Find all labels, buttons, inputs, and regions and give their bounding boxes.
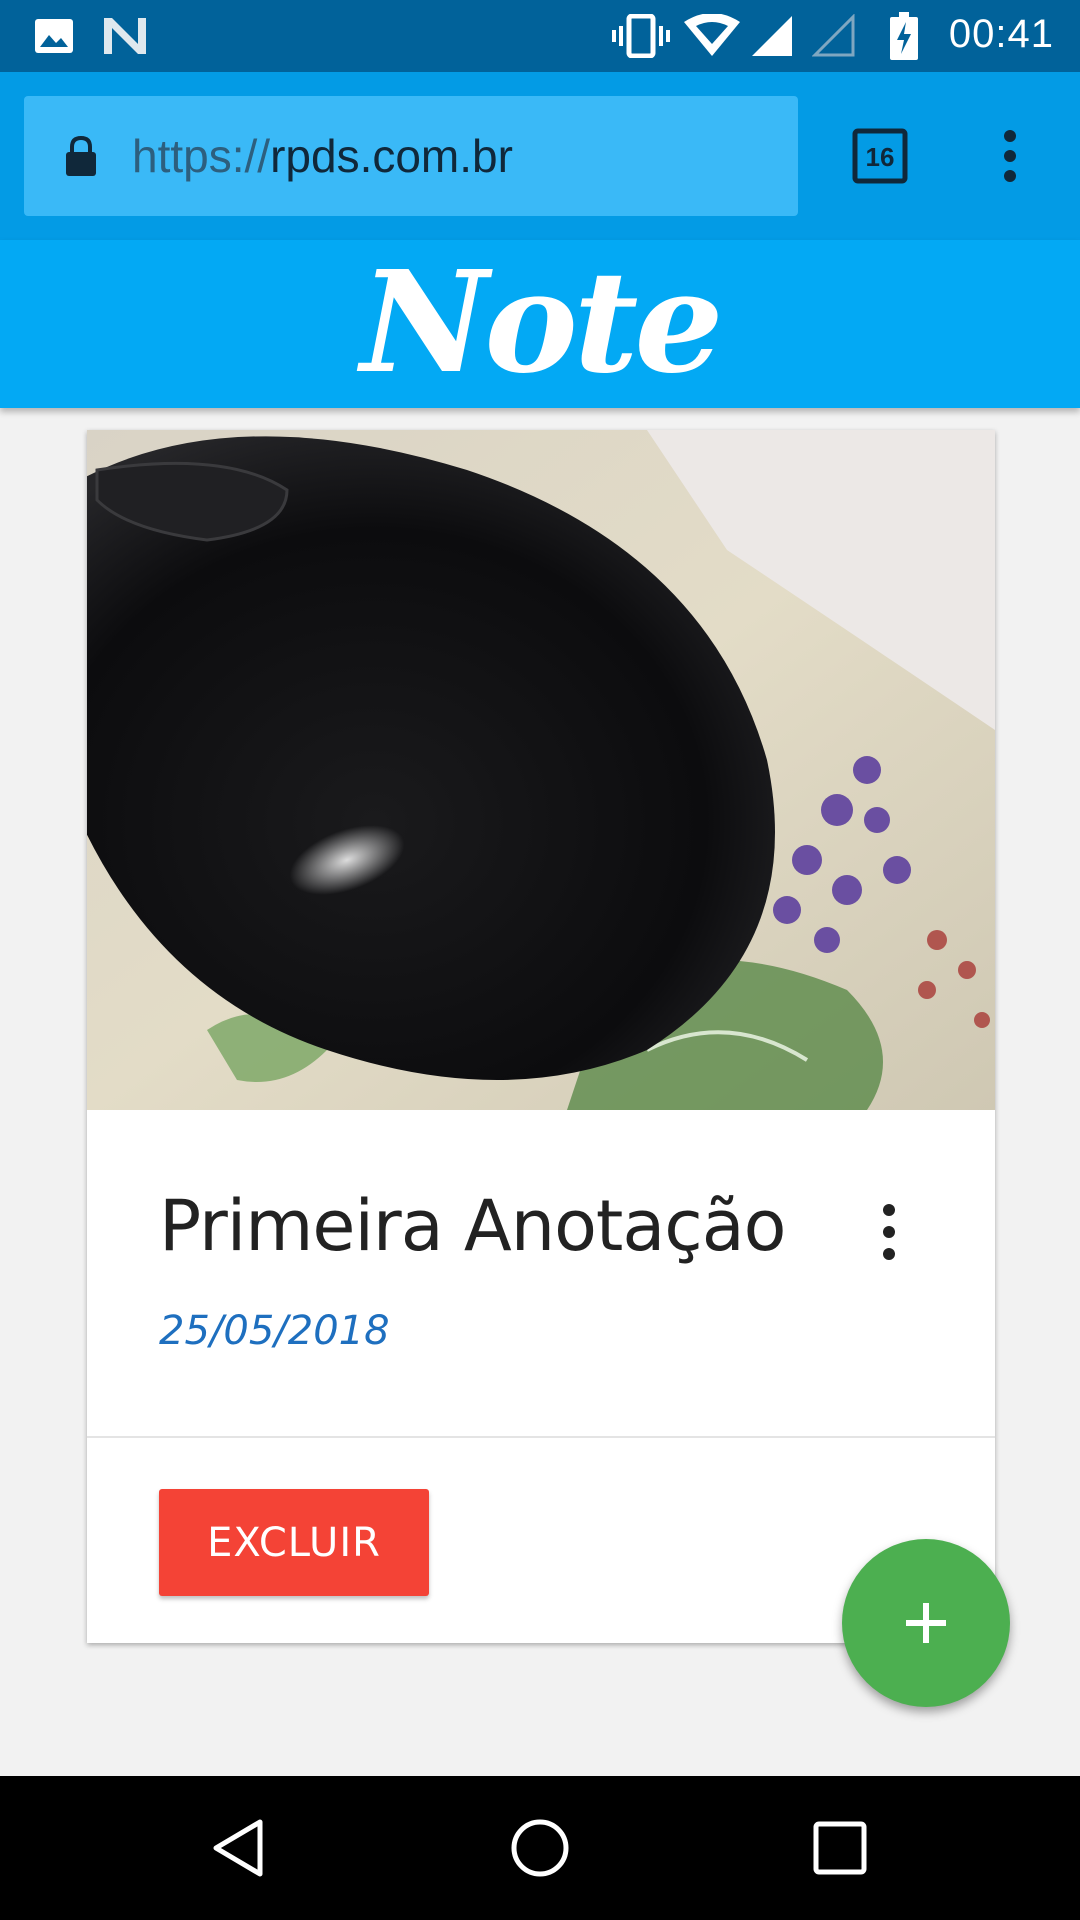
address-bar[interactable]: https://rpds.com.br [24,96,798,216]
vibrate-icon [612,14,670,58]
app-bar: Note [0,240,1080,408]
note-image [87,430,995,1110]
n-icon [102,14,148,58]
recents-icon[interactable] [808,1816,872,1880]
lock-icon [64,135,98,176]
note-card: Primeira Anotação 25/05/2018 EXCLUIR [87,430,995,1643]
app-logo[interactable]: Note [0,253,1080,393]
tab-switcher-button[interactable]: 16 [852,128,908,184]
add-note-button[interactable] [842,1539,1010,1707]
wifi-icon [684,14,740,58]
battery-charging-icon [890,12,918,60]
home-icon[interactable] [508,1816,572,1880]
plus-icon [906,1603,946,1643]
signal-icon [750,14,794,58]
url-text[interactable]: https://rpds.com.br [132,126,513,186]
delete-button[interactable]: EXCLUIR [159,1489,429,1596]
navigation-bar [0,1776,1080,1920]
tab-count: 16 [866,142,895,172]
clock: 00:41 [948,12,1054,56]
note-date: 25/05/2018 [159,1308,390,1354]
image-icon [34,14,74,58]
back-icon[interactable] [208,1816,272,1880]
signal-empty-icon [812,14,856,58]
status-bar: 00:41 [0,0,1080,72]
card-divider [87,1436,995,1438]
note-title: Primeira Anotação [159,1185,786,1267]
url-scheme: https:// [132,130,271,182]
browser-toolbar: https://rpds.com.br 16 [0,72,1080,240]
browser-menu-icon[interactable] [988,128,1032,184]
more-vert-icon[interactable] [869,1202,909,1262]
url-host: rpds.com.br [270,130,513,182]
